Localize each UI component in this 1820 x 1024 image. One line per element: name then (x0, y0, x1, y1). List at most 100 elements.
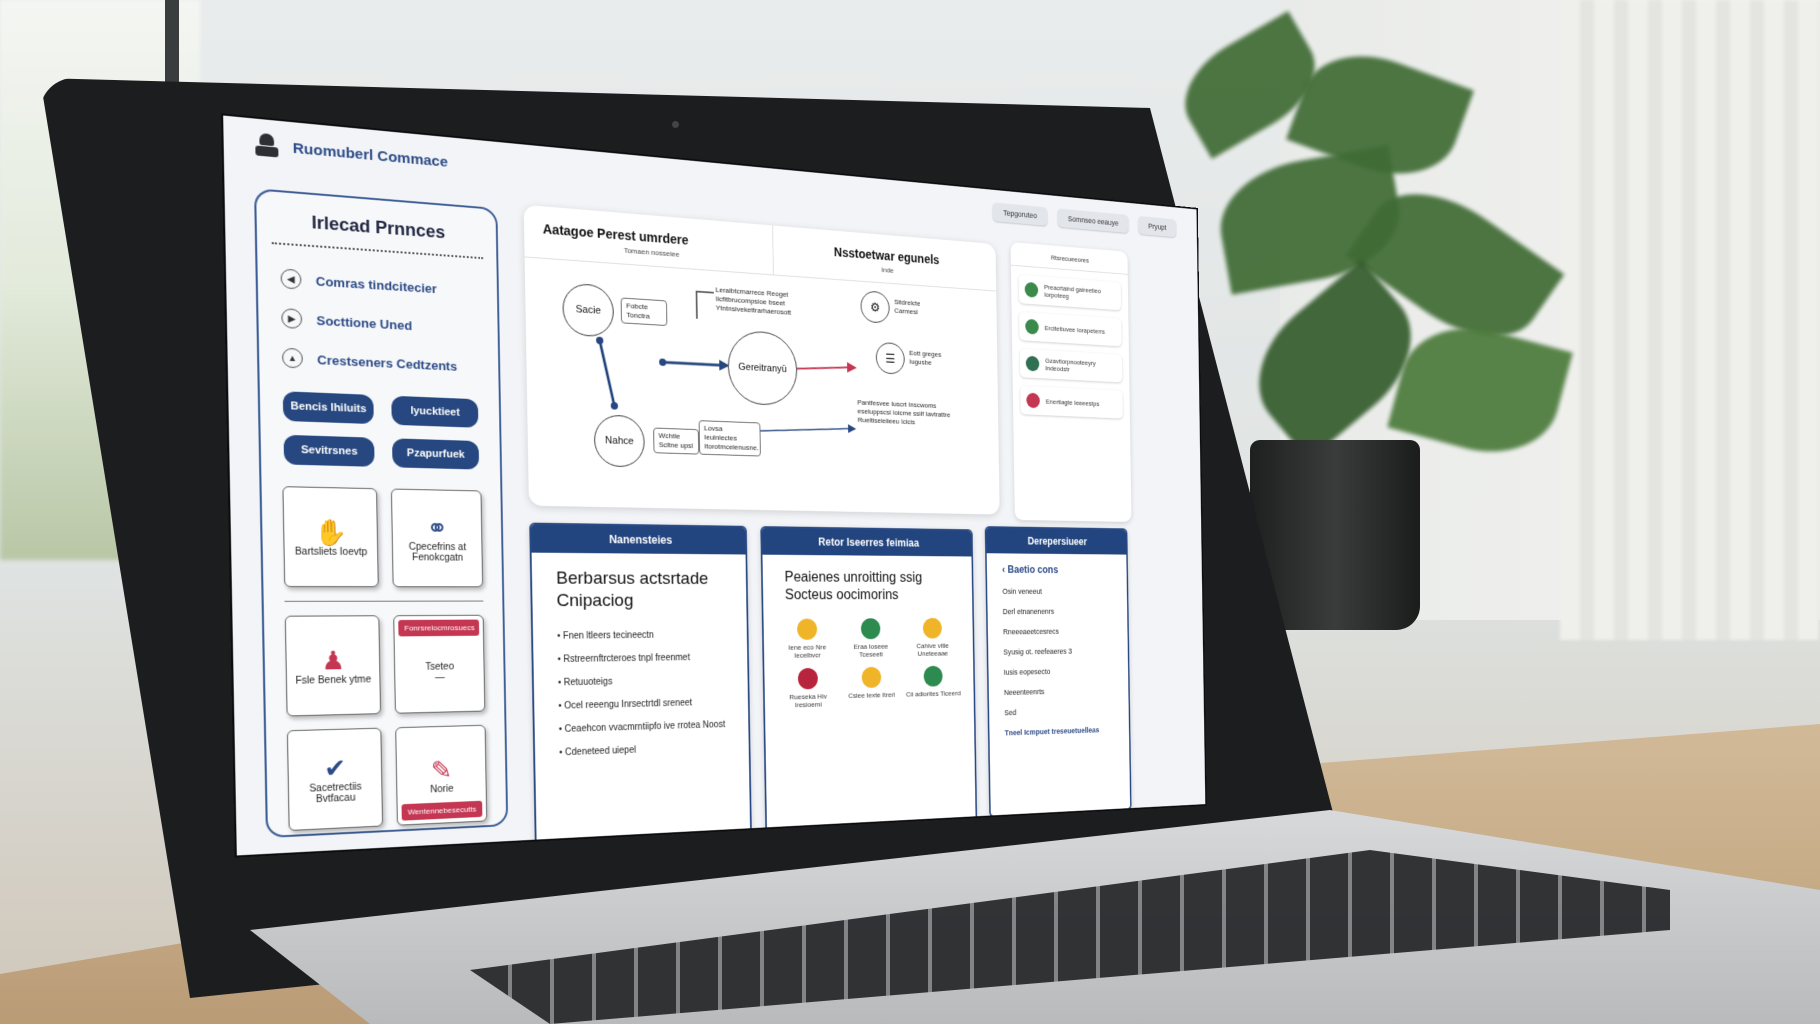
link-line (663, 362, 720, 365)
header-actions: Tepgoruteo Somnseo eeauye Pryupt (992, 202, 1177, 238)
feature-card[interactable]: ♟ Fsle Benek ytme (284, 615, 382, 717)
feature-card[interactable]: Fonrsrelocmrosuecs Tseteo — (393, 614, 486, 714)
list-item[interactable]: Osin veneeut (1002, 587, 1112, 595)
person-name: Rueseka Hiv Iresioemi (789, 692, 827, 710)
card-link-row: ‹ Baetio cons (987, 553, 1127, 576)
person-item[interactable]: Iene eco Nre Iecelbvcr (777, 618, 837, 659)
person-name: Eraa Ioseee Tceseeti (853, 642, 889, 659)
card-title: Berbarsus actsrtade Cnipaciog (556, 568, 709, 611)
diagram-panel: Aatagoe Perest umrdere Tomaen nosseiee N… (523, 204, 1000, 515)
card-footer-link[interactable]: Tneel Icmpuet treseuetuelleas (989, 725, 1129, 738)
bottom-note: Lovsa Ieulnlectes Itorotmceienusne. (698, 420, 761, 457)
list-item[interactable]: Derl etnanenenrs (1003, 607, 1113, 616)
sidebar-button[interactable]: Iyucktieet (391, 395, 479, 428)
sidebar-item-label: Socttione Uned (316, 312, 413, 333)
person-item[interactable]: Cii adiorites Ticeerd (905, 665, 962, 706)
resource-label: Gzavtiorpnooteeyry Indeodstr (1045, 356, 1096, 374)
header-chip[interactable]: Pryupt (1138, 216, 1177, 238)
header-chip[interactable]: Somnseo eeauye (1057, 208, 1129, 234)
status-dot (1024, 281, 1039, 298)
sidebar-button[interactable]: Pzapurfuek (392, 438, 480, 470)
avatar (923, 665, 943, 687)
checkmark-icon: ✔ (323, 753, 347, 784)
bullet-list: Fnen ltleers tecineectn Rstreernftrctero… (533, 630, 749, 759)
link-line (600, 341, 615, 406)
list-item[interactable]: Rneeeaeetcesrecs (1003, 627, 1113, 636)
feature-card[interactable]: ✔ Sacetrectiis Bvtfacau (286, 727, 384, 831)
avatar (797, 667, 818, 690)
feature-card[interactable]: ✎ Norie Wentennebesecutts (395, 724, 488, 826)
list-item: Ceaehcon vvacmrntiipfo ive rrotea Noost (559, 720, 726, 735)
link-dot (659, 358, 667, 367)
avatar (861, 666, 882, 689)
person-item[interactable]: Csiee Iexte Itrerl (842, 666, 900, 707)
status-dot (1025, 355, 1040, 372)
list-item[interactable]: Iusis eopesecto (1004, 666, 1114, 676)
card-tag: Fonrsrelocmrosuecs (398, 619, 480, 637)
feature-card[interactable]: ⚭ Cpecefrins at Fenokcgatn (390, 488, 484, 588)
icon-note: Eott greges Iugusbe (909, 348, 942, 367)
sidebar-nav: ◀ Comras tindcitecier ▶ Socttione Uned ▲… (257, 257, 498, 387)
card-left: Nanensteies Berbarsus actsrtade Cnipacio… (529, 522, 752, 846)
list-item[interactable]: Syusig ot. reefeaeres 3 (1003, 646, 1113, 656)
resource-row[interactable]: Ercitetiuvee Iorapeterrs (1019, 312, 1122, 347)
person-item[interactable]: Rueseka Hiv Iresioemi (778, 667, 838, 710)
card-head: Derepersiueer (986, 527, 1127, 555)
card-label: Bartsliets Ioevtp (294, 546, 368, 558)
icon-note: Sitdrelcte Carmesi (894, 297, 921, 316)
laptop-screen: Ruomuberl Commace Tepgoruteo Somnseo eea… (223, 115, 1206, 856)
resource-label: Ercitetiuvee Iorapeterrs (1044, 323, 1105, 336)
card-label: Tseteo (425, 661, 455, 673)
card-head: Retor Iseerres feimiaa (762, 527, 972, 557)
sidebar-button[interactable]: Sevitrsnes (283, 434, 375, 467)
list-item: Cdeneteed uiepel (559, 742, 726, 758)
resource-row[interactable]: Preacrtaind gaireetieo Iorpoteeg (1019, 275, 1122, 311)
person-name: Cii adiorites Ticeerd (905, 689, 961, 699)
feature-card[interactable]: ✋ Bartsliets Ioevtp (282, 486, 379, 588)
side-list: Osin veneeut Derl etnanenenrs Rneeeaeetc… (987, 587, 1129, 717)
resource-row[interactable]: Enertiagte Ieeeestps (1020, 386, 1123, 419)
sidebar-item-label: Crestseners Cedtzents (317, 351, 458, 374)
arrow-left-icon: ◀ (280, 268, 302, 290)
card-head: Nanensteies (531, 524, 746, 555)
resource-label: Preacrtaind gaireetieo Iorpoteeg (1043, 283, 1102, 301)
resources-panel: Rtsrecueeores Preacrtaind gaireetieo Ior… (1010, 241, 1132, 522)
status-dot (1025, 318, 1039, 335)
sidebar-cards: ♟ Fsle Benek ytme Fonrsrelocmrosuecs Tse… (264, 601, 506, 832)
resource-label: Enertiagte Ieeeestps (1045, 397, 1100, 408)
list-item: Retuuoteigs (558, 675, 726, 688)
hand-icon: ✋ (314, 516, 348, 547)
state-note: Fobcte Tonctra (620, 297, 668, 327)
person-name: Cahive vitie Uneteeaae (916, 641, 949, 658)
document-icon: ✎ (430, 754, 453, 785)
avatar (797, 618, 818, 640)
play-icon: ▶ (281, 308, 303, 329)
status-dot (1026, 392, 1040, 409)
resource-row[interactable]: Gzavtiorpnooteeyry Indeodstr (1020, 349, 1123, 383)
card-middle: Retor Iseerres feimiaa Peaienes unroitti… (760, 526, 978, 833)
person-item[interactable]: Eraa Ioseee Tceseeti (841, 618, 899, 659)
person-name: Csiee Iexte Itrerl (848, 690, 896, 700)
list-item[interactable]: Sed (1004, 706, 1114, 717)
header-chip[interactable]: Tepgoruteo (992, 202, 1048, 226)
card-tag: Wentennebesecutts (401, 800, 483, 821)
list-item[interactable]: Neeenteenrts (1004, 686, 1114, 696)
sidebar-panel: Irlecad Prnnces ◀ Comras tindcitecier ▶ … (254, 188, 509, 839)
person-icon: ♟ (321, 645, 346, 675)
person-name: Iene eco Nre Iecelbvcr (788, 643, 827, 660)
sidebar-title: Irlecad Prnnces (270, 191, 484, 260)
link-line (791, 364, 849, 371)
person-item[interactable]: Cahive vitie Uneteeaae (904, 617, 961, 658)
app-title: Ruomuberl Commace (292, 139, 448, 171)
card-link[interactable]: Baetio cons (1008, 564, 1059, 576)
link-dot (610, 402, 619, 410)
link-line (750, 425, 850, 435)
sidebar-item-label: Comras tindcitecier (315, 273, 437, 296)
sidebar-button[interactable]: Bencis Ihiluits (282, 391, 374, 425)
people-grid: Iene eco Nre Iecelbvcr Eraa Ioseee Tcese… (763, 609, 974, 719)
avatar (860, 618, 881, 640)
avatar (922, 617, 942, 639)
network-icon: ⚭ (426, 513, 449, 543)
list-item: Rstreernftrcteroes tnpl freenmet (558, 652, 726, 665)
card-label: Norie (430, 783, 454, 795)
